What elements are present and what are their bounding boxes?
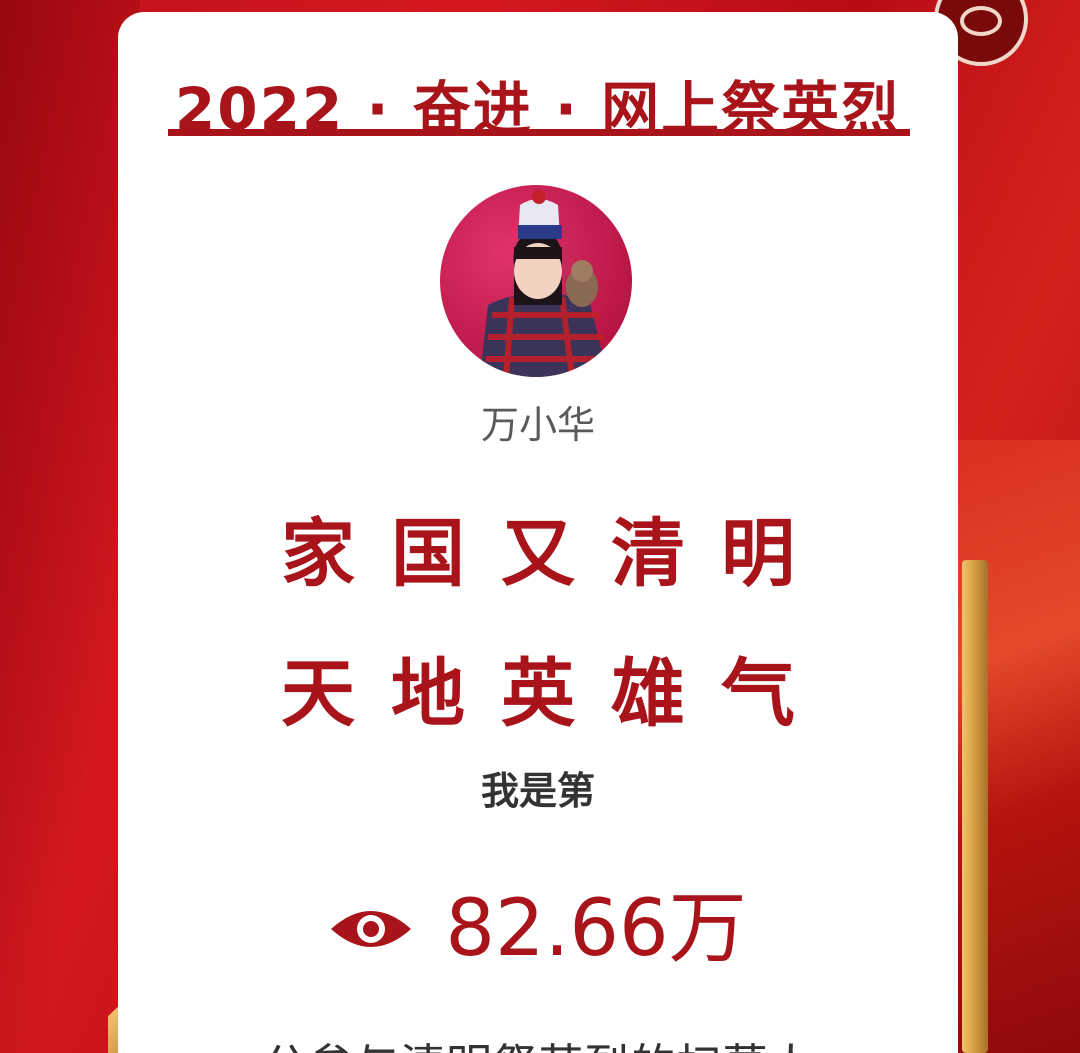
username: 万小华 [480, 403, 595, 447]
eye-icon [331, 911, 412, 947]
view-count: 82.66万 [445, 884, 747, 974]
poem-line-2: 天地英雄气 [281, 651, 831, 737]
avatar[interactable] [440, 185, 632, 377]
rank-label: 我是第 [480, 769, 595, 813]
avatar-image [440, 185, 632, 377]
title-underline [168, 129, 910, 136]
view-counter: 82.66万 [118, 874, 958, 984]
flag-pole [962, 560, 988, 1053]
memorial-card: 2022 · 奋进 · 网上祭英烈 万小华 家国又清明 天地英雄气 我是第 82… [118, 12, 958, 1053]
footer-text: 公参与清明祭英烈的扫墓人 [118, 1030, 958, 1053]
poem-line-1: 家国又清明 [281, 511, 831, 597]
